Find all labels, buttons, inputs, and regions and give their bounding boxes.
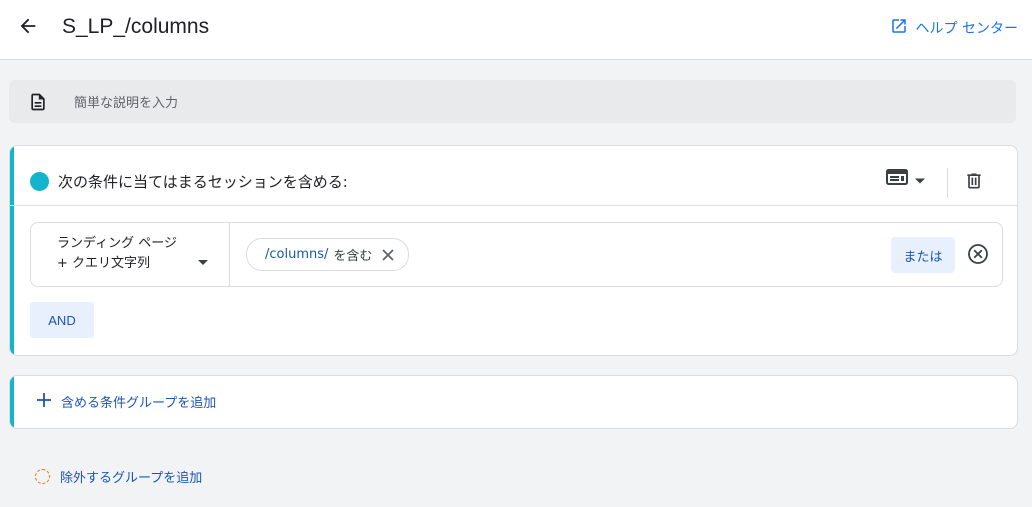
group-title: 次の条件に当てはまるセッションを含める: — [58, 173, 348, 191]
cancel-circle-icon — [967, 244, 989, 269]
condition-row: ランディング ページ + クエリ文字列 /columns/ を含む または — [30, 222, 1003, 287]
dimension-select[interactable]: ランディング ページ + クエリ文字列 — [31, 223, 230, 286]
dashed-circle-icon — [35, 469, 50, 484]
add-include-label: 含める条件グループを追加 — [61, 396, 217, 411]
caret-down-icon — [914, 170, 926, 189]
delete-group-button[interactable] — [964, 170, 984, 196]
scope-dropdown-button[interactable] — [886, 168, 926, 190]
help-center-link[interactable]: ヘルプ センター — [890, 17, 1018, 39]
caret-down-icon — [198, 251, 208, 270]
trash-icon — [964, 173, 984, 196]
add-include-group-card[interactable]: 含める条件グループを追加 — [9, 375, 1018, 429]
page-title: S_LP_/columns — [62, 15, 210, 38]
group-accent-bar — [10, 376, 14, 428]
web-asset-icon — [886, 168, 908, 190]
top-bar: S_LP_/columns ヘルプ センター — [0, 0, 1032, 60]
dimension-label: ランディング ページ + クエリ文字列 — [57, 236, 177, 271]
arrow-back-icon — [17, 15, 39, 41]
description-input[interactable]: 簡単な説明を入力 — [9, 80, 1016, 123]
plus-icon — [37, 392, 61, 411]
close-icon[interactable] — [382, 248, 395, 261]
help-center-label: ヘルプ センター — [915, 21, 1018, 37]
back-button[interactable] — [14, 14, 42, 42]
group-color-dot — [30, 172, 49, 191]
chip-operator: を含む — [333, 249, 373, 264]
chip-value: /columns/ — [265, 247, 329, 262]
and-button[interactable]: AND — [30, 302, 94, 338]
document-icon — [28, 91, 48, 117]
add-exclude-group-button[interactable]: 除外するグループを追加 — [35, 467, 202, 486]
include-condition-group: 次の条件に当てはまるセッションを含める: ランディング ページ + クエリ文字列… — [9, 145, 1018, 356]
group-header: 次の条件に当てはまるセッションを含める: — [10, 146, 1017, 206]
description-placeholder: 簡単な説明を入力 — [74, 96, 179, 111]
add-include-group-button[interactable]: 含める条件グループを追加 — [37, 392, 216, 411]
condition-chip[interactable]: /columns/ を含む — [246, 238, 410, 271]
add-exclude-label: 除外するグループを追加 — [60, 471, 203, 486]
remove-condition-button[interactable] — [967, 243, 989, 269]
open-in-new-icon — [890, 17, 916, 39]
or-button[interactable]: または — [891, 237, 955, 273]
header-divider — [947, 168, 948, 198]
